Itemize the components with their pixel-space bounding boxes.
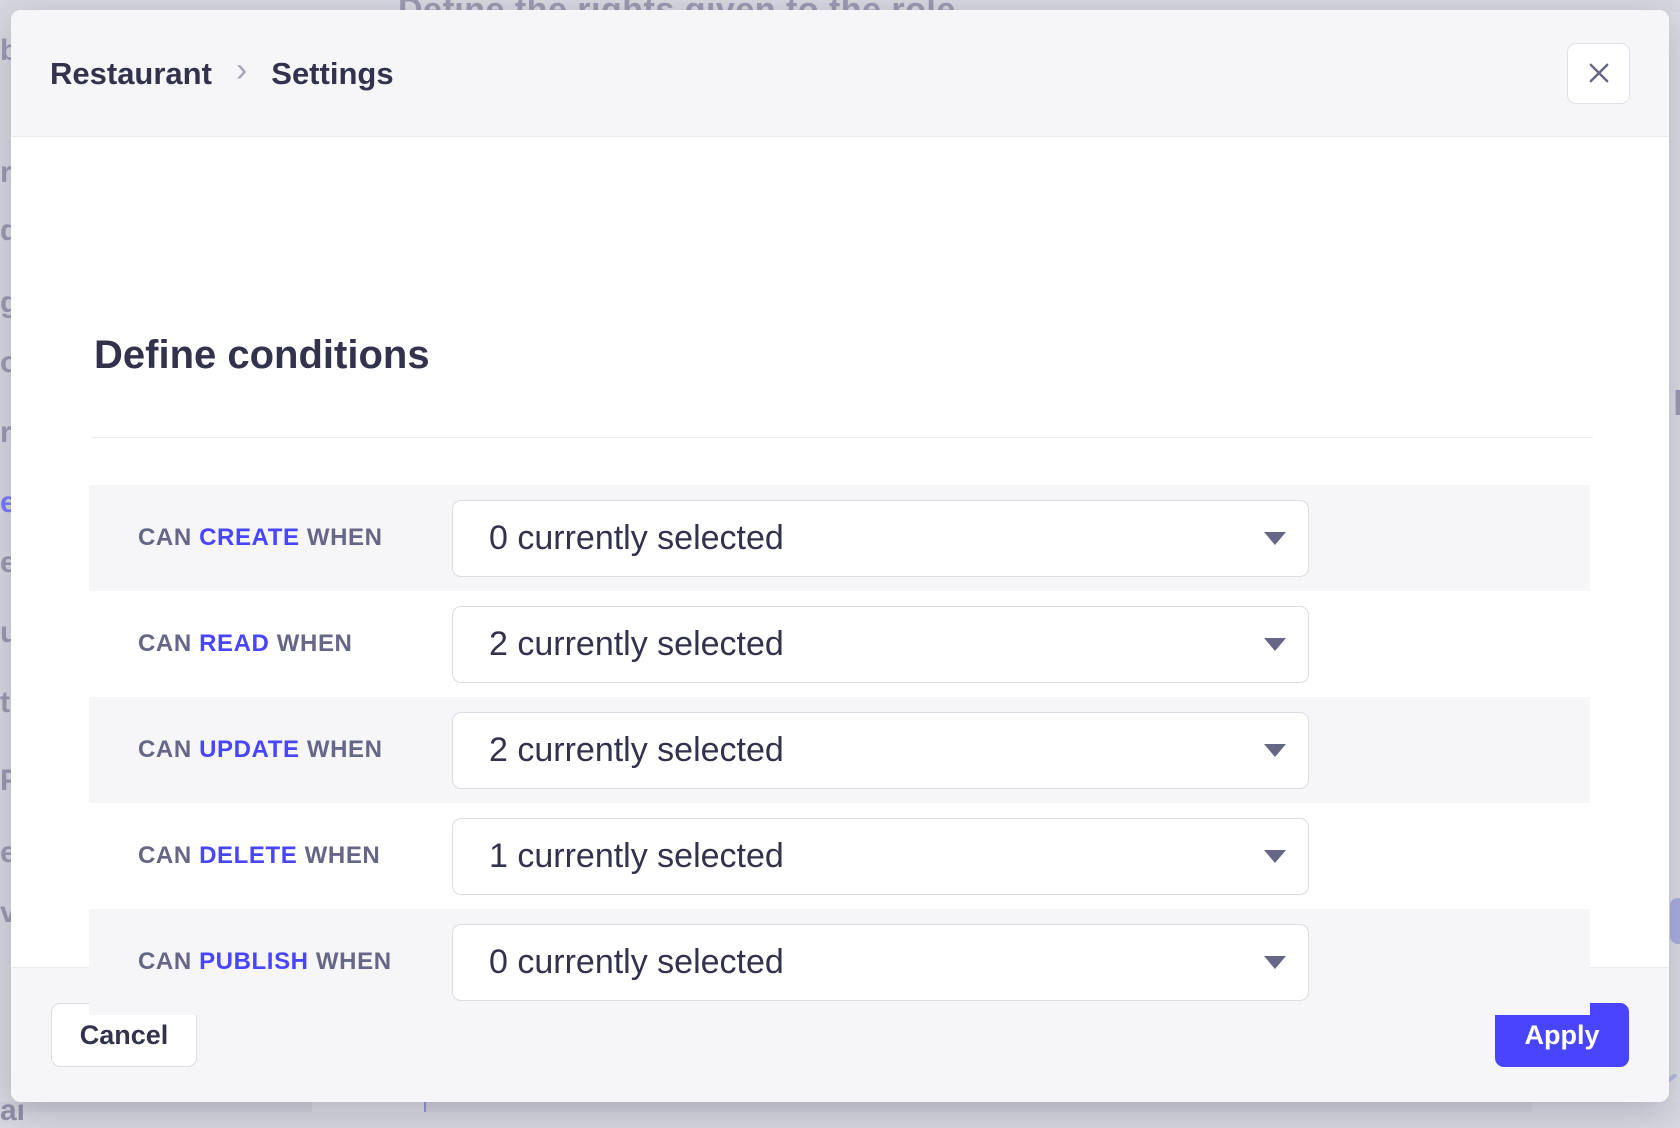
label-suffix: WHEN xyxy=(307,736,383,763)
chevron-down-icon xyxy=(1264,532,1286,545)
label-action: CREATE xyxy=(199,524,300,551)
select-value: 1 currently selected xyxy=(489,837,784,876)
label-action: DELETE xyxy=(199,842,297,869)
conditions-list: CAN CREATE WHEN 0 currently selected CAN… xyxy=(89,485,1590,1015)
clipped-right-text: p xyxy=(1673,378,1680,417)
backdrop-bottom-strip: ai xyxy=(0,1102,1680,1112)
condition-label-read: CAN READ WHEN xyxy=(138,630,452,659)
backdrop-bottom-segment xyxy=(312,1102,424,1112)
chevron-down-icon xyxy=(1264,956,1286,969)
label-prefix: CAN xyxy=(138,948,192,975)
permission-row-delete: CAN DELETE WHEN 1 currently selected xyxy=(89,803,1590,909)
select-can-create-when[interactable]: 0 currently selected xyxy=(452,500,1309,577)
conditions-modal: Restaurant › Settings Define conditions … xyxy=(11,10,1669,1102)
select-value: 0 currently selected xyxy=(489,943,784,982)
modal-header: Restaurant › Settings xyxy=(11,10,1669,137)
label-suffix: WHEN xyxy=(316,948,392,975)
label-suffix: WHEN xyxy=(277,630,353,657)
select-value: 2 currently selected xyxy=(489,625,784,664)
condition-label-publish: CAN PUBLISH WHEN xyxy=(138,948,452,977)
label-action: PUBLISH xyxy=(199,948,309,975)
chevron-right-icon: › xyxy=(236,53,247,93)
modal-body: Define conditions CAN CREATE WHEN 0 curr… xyxy=(11,137,1669,967)
label-prefix: CAN xyxy=(138,630,192,657)
title-divider xyxy=(92,437,1593,438)
select-value: 2 currently selected xyxy=(489,731,784,770)
label-prefix: CAN xyxy=(138,842,192,869)
select-value: 0 currently selected xyxy=(489,519,784,558)
permission-row-create: CAN CREATE WHEN 0 currently selected xyxy=(89,485,1590,591)
condition-label-create: CAN CREATE WHEN xyxy=(138,524,452,553)
breadcrumb-settings: Settings xyxy=(271,58,393,89)
select-can-read-when[interactable]: 2 currently selected xyxy=(452,606,1309,683)
label-action: UPDATE xyxy=(199,736,300,763)
close-button[interactable] xyxy=(1567,43,1630,104)
condition-label-delete: CAN DELETE WHEN xyxy=(138,842,452,871)
label-action: READ xyxy=(199,630,269,657)
breadcrumb: Restaurant › Settings xyxy=(50,53,394,93)
chevron-down-icon xyxy=(1264,850,1286,863)
label-suffix: WHEN xyxy=(305,842,381,869)
label-suffix: WHEN xyxy=(307,524,383,551)
chevron-down-icon xyxy=(1264,744,1286,757)
condition-label-update: CAN UPDATE WHEN xyxy=(138,736,452,765)
chevron-down-icon xyxy=(1264,638,1286,651)
label-prefix: CAN xyxy=(138,524,192,551)
modal-title: Define conditions xyxy=(94,335,430,375)
breadcrumb-restaurant: Restaurant xyxy=(50,58,212,89)
label-prefix: CAN xyxy=(138,736,192,763)
close-icon xyxy=(1585,59,1613,87)
clipped-right-pill xyxy=(1670,898,1680,944)
select-can-publish-when[interactable]: 0 currently selected xyxy=(452,924,1309,1001)
backdrop-bottom-divider xyxy=(424,1102,426,1112)
backdrop-bottom-segment-right xyxy=(1532,1102,1680,1112)
permission-row-read: CAN READ WHEN 2 currently selected xyxy=(89,591,1590,697)
permission-row-update: CAN UPDATE WHEN 2 currently selected xyxy=(89,697,1590,803)
permission-row-publish: CAN PUBLISH WHEN 0 currently selected xyxy=(89,909,1590,1015)
select-can-delete-when[interactable]: 1 currently selected xyxy=(452,818,1309,895)
backdrop-right-strip: p xyxy=(1669,12,1680,1102)
select-can-update-when[interactable]: 2 currently selected xyxy=(452,712,1309,789)
